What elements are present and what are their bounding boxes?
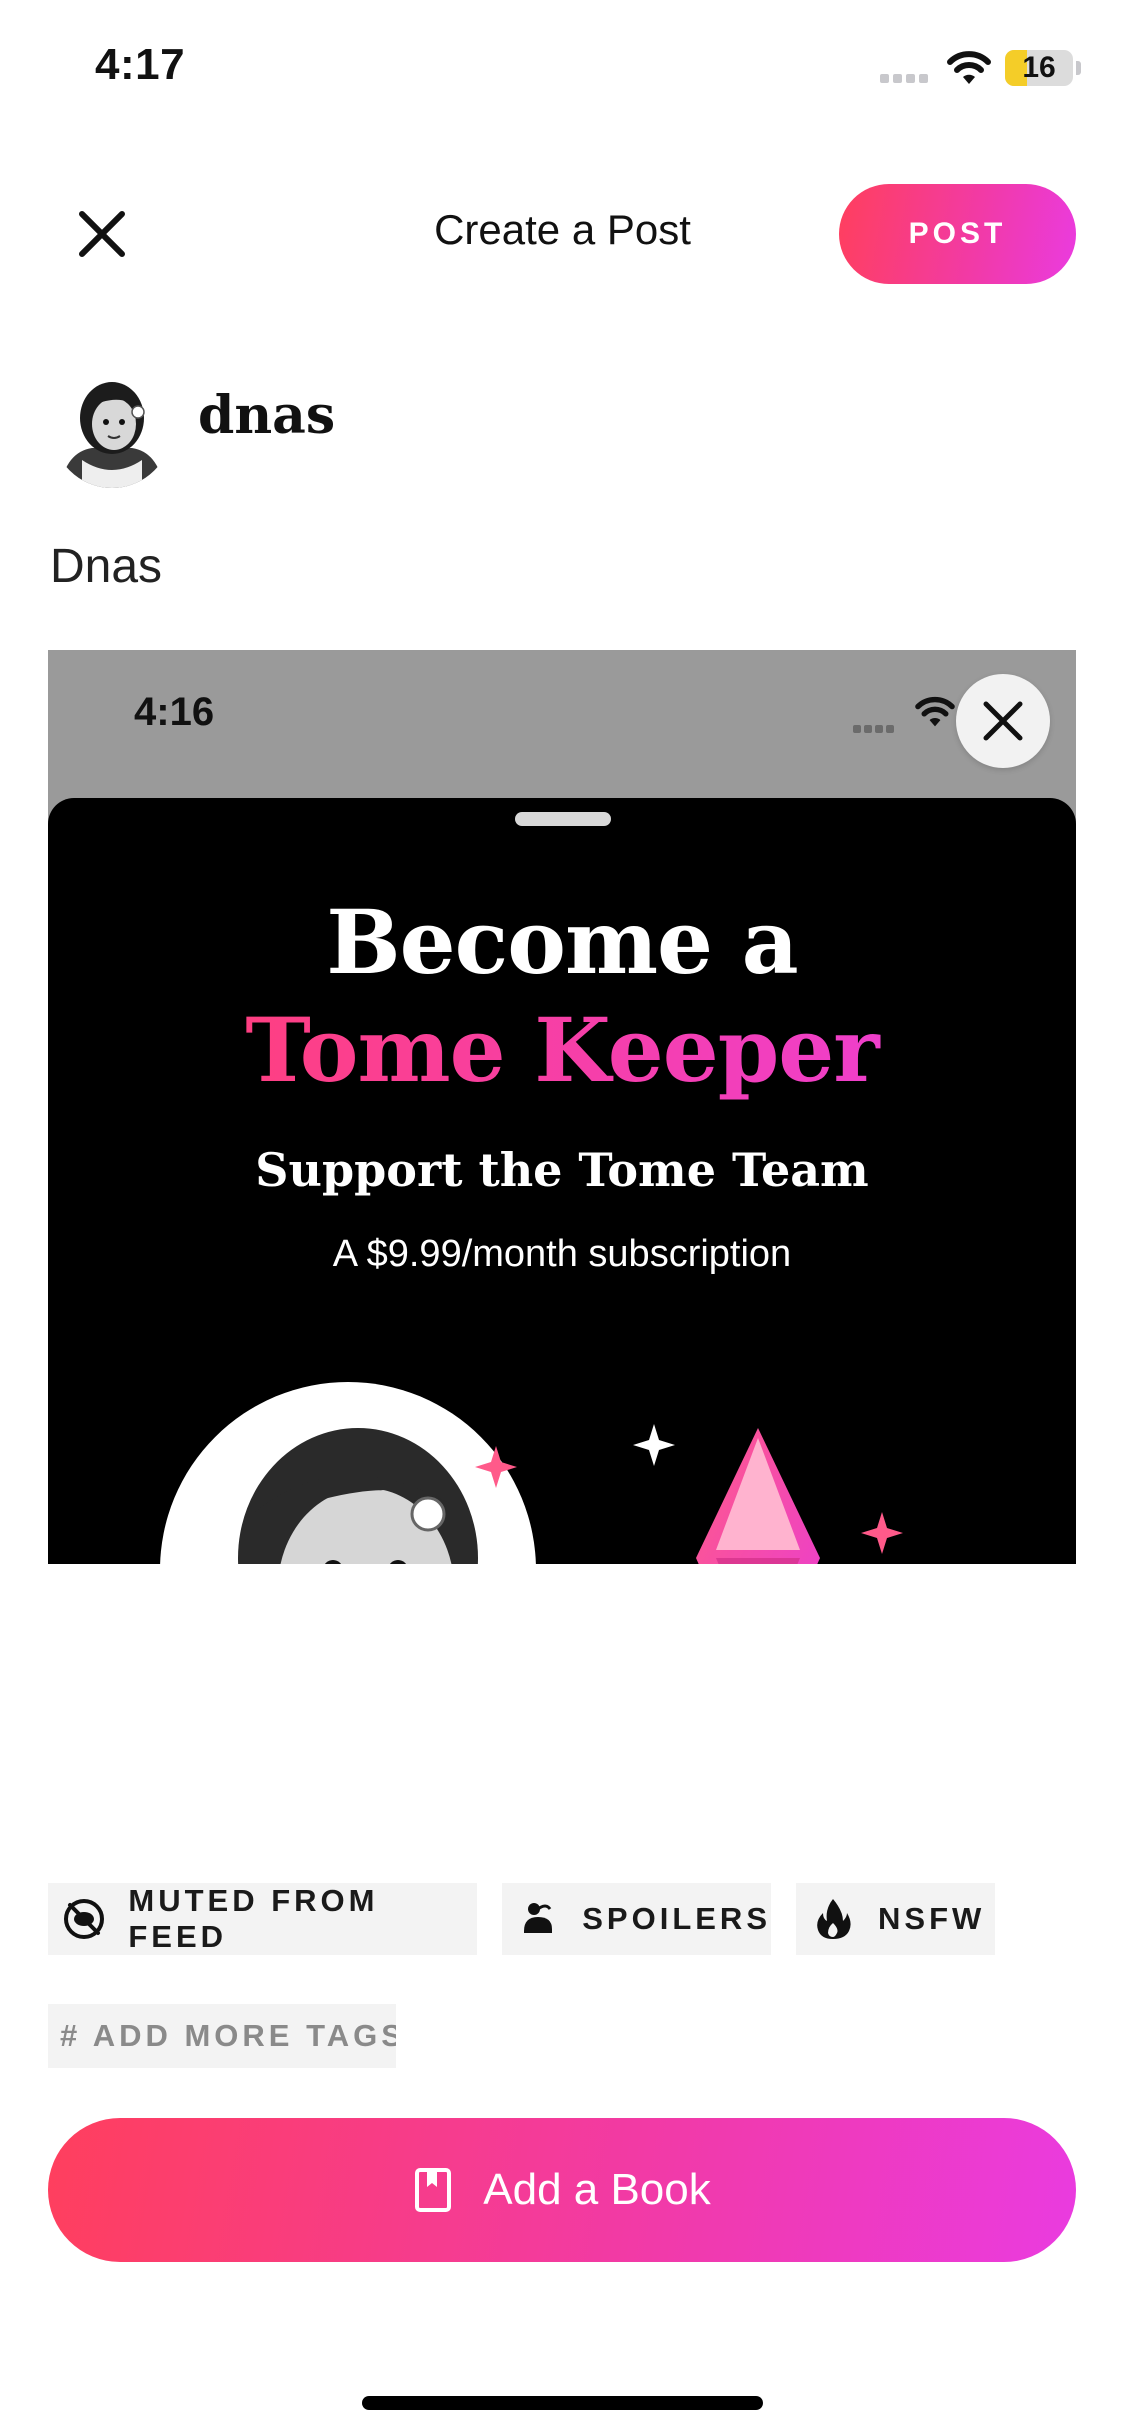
promo-sheet: Become a Tome Keeper Support the Tome Te…: [48, 798, 1076, 1564]
flame-icon: [810, 1896, 856, 1942]
promo-illustration: [160, 1382, 903, 1564]
embedded-wifi-icon: [913, 694, 957, 735]
tag-label: SPOILERS: [582, 1901, 771, 1936]
avatar[interactable]: [52, 368, 172, 488]
add-book-label: Add a Book: [483, 2165, 711, 2214]
home-indicator: [362, 2396, 763, 2410]
add-more-tags-label: # ADD MORE TAGS: [60, 2018, 396, 2053]
post-button[interactable]: POST: [839, 184, 1076, 284]
book-icon: [415, 2168, 452, 2212]
add-more-tags-input[interactable]: # ADD MORE TAGS: [48, 2004, 396, 2068]
embedded-status-time: 4:16: [134, 690, 215, 734]
add-book-button[interactable]: Add a Book: [48, 2118, 1076, 2262]
battery-icon: 16: [1005, 50, 1073, 86]
battery-tip: [1076, 61, 1081, 75]
tag-spoilers[interactable]: SPOILERS: [502, 1883, 771, 1955]
attached-image: 4:16 Become a Tome Keeper Support the To…: [48, 650, 1076, 1564]
close-icon: [983, 701, 1023, 741]
cellular-signal-icon: [880, 70, 932, 84]
author-name: dnas: [198, 385, 336, 446]
battery-level: 16: [1022, 51, 1056, 84]
muted-eye-icon: [62, 1896, 106, 1942]
tag-label: NSFW: [878, 1901, 986, 1936]
remove-image-button[interactable]: [956, 674, 1050, 768]
status-time: 4:17: [95, 40, 186, 89]
tag-muted-from-feed[interactable]: MUTED FROM FEED: [48, 1883, 477, 1955]
tag-label: MUTED FROM FEED: [128, 1883, 379, 1954]
spoiler-icon: [516, 1896, 560, 1942]
wifi-icon: [945, 48, 993, 93]
embedded-signal-icon: [853, 720, 897, 738]
tag-nsfw[interactable]: NSFW: [796, 1883, 995, 1955]
post-text-input[interactable]: [48, 538, 1052, 595]
